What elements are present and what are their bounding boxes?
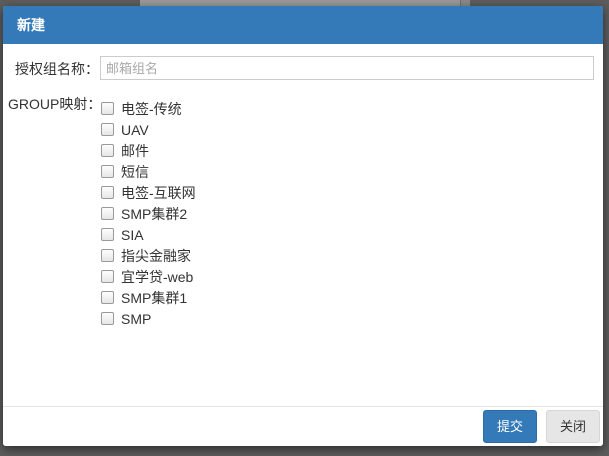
checkbox[interactable] xyxy=(101,102,114,115)
group-mapping-checklist: 电签-传统 UAV 邮件短信电签-互联网 SMP集群2 SIA 指尖金融家宜学贷-web S… xyxy=(101,98,196,329)
group-name-label: 授权组名称： xyxy=(15,61,99,77)
group-option[interactable]: 指尖金融家 xyxy=(101,245,196,266)
dialog-header: 新建 xyxy=(3,6,603,44)
checkbox[interactable] xyxy=(101,186,114,199)
group-option[interactable]: 短信 xyxy=(101,161,196,182)
dialog-title: 新建 xyxy=(17,17,45,33)
close-button[interactable]: 关闭 xyxy=(546,410,600,443)
dialog-body: 授权组名称： GROUP映射： 电签-传统 UAV 邮件短信电签-互联网 SMP集群2… xyxy=(3,44,603,406)
group-option[interactable]: 电签-传统 xyxy=(101,98,196,119)
submit-button[interactable]: 提交 xyxy=(483,410,537,443)
group-name-row: 授权组名称： xyxy=(3,56,603,82)
group-option-label: 电签-互联网 xyxy=(121,184,196,201)
group-option-label: 宜学贷-web xyxy=(121,268,194,285)
group-option[interactable]: UAV xyxy=(101,119,196,140)
group-option[interactable]: SIA xyxy=(101,224,196,245)
group-option-label: SIA xyxy=(121,226,144,243)
group-option[interactable]: 邮件 xyxy=(101,140,196,161)
checkbox[interactable] xyxy=(101,249,114,262)
group-name-input[interactable] xyxy=(100,56,594,80)
checkbox[interactable] xyxy=(101,144,114,157)
group-option[interactable]: SMP集群2 xyxy=(101,203,196,224)
group-option-label: SMP集群2 xyxy=(121,205,188,222)
group-option-label: SMP集群1 xyxy=(121,289,188,306)
group-option-label: 邮件 xyxy=(121,142,149,159)
group-mapping-label: GROUP映射： xyxy=(8,96,102,112)
group-option-label: SMP xyxy=(121,310,152,327)
group-option[interactable]: SMP集群1 xyxy=(101,287,196,308)
new-group-dialog: 新建 授权组名称： GROUP映射： 电签-传统 UAV 邮件短信电签-互联网 SMP… xyxy=(3,6,603,446)
checkbox[interactable] xyxy=(101,291,114,304)
checkbox[interactable] xyxy=(101,228,114,241)
checkbox[interactable] xyxy=(101,270,114,283)
group-option[interactable]: 电签-互联网 xyxy=(101,182,196,203)
group-option-label: UAV xyxy=(121,121,149,138)
group-option-label: 指尖金融家 xyxy=(121,247,191,264)
dialog-footer: 提交 关闭 xyxy=(3,406,603,446)
checkbox[interactable] xyxy=(101,165,114,178)
checkbox[interactable] xyxy=(101,312,114,325)
group-option[interactable]: SMP xyxy=(101,308,196,329)
group-option-label: 短信 xyxy=(121,163,149,180)
group-option[interactable]: 宜学贷-web xyxy=(101,266,196,287)
group-option-label: 电签-传统 xyxy=(121,100,182,117)
checkbox[interactable] xyxy=(101,123,114,136)
checkbox[interactable] xyxy=(101,207,114,220)
